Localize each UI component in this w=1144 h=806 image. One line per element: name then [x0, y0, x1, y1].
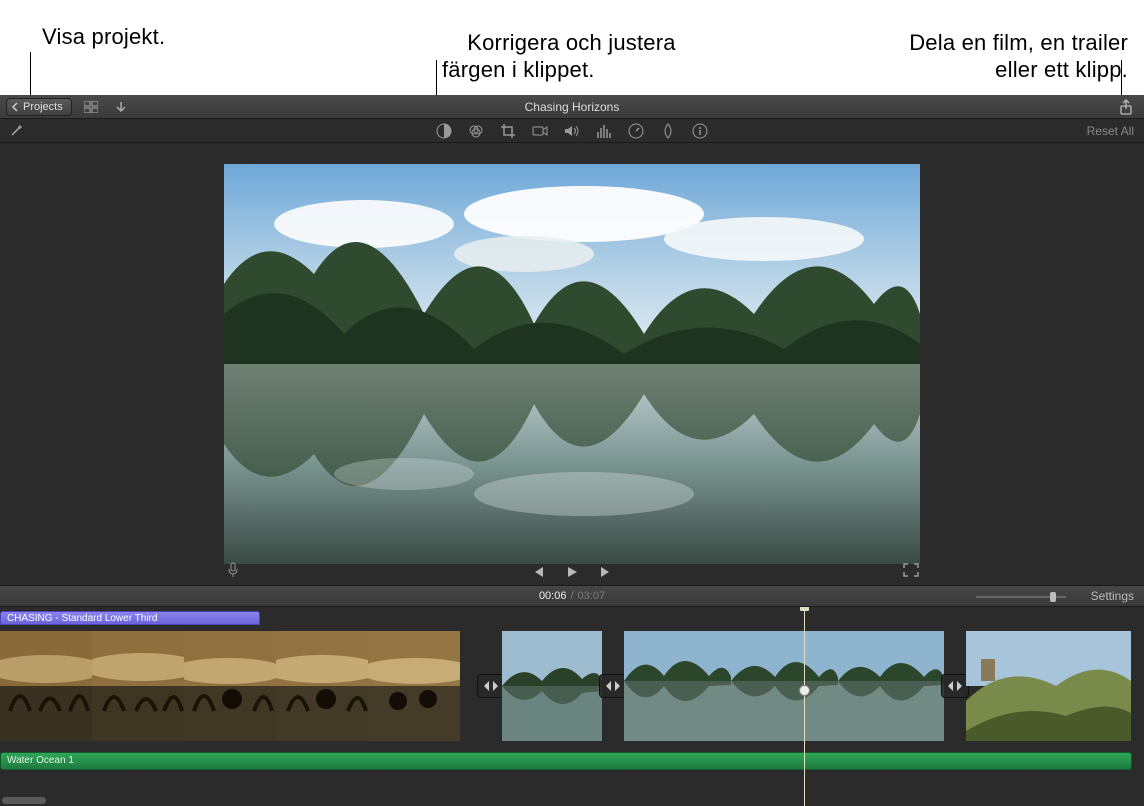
play-button[interactable] [563, 563, 581, 581]
transition-3[interactable] [941, 674, 969, 698]
fullscreen-icon [903, 563, 919, 577]
share-button[interactable] [1116, 98, 1136, 116]
gap-1 [480, 631, 502, 741]
previous-button[interactable] [529, 563, 547, 581]
callout-line-projects [30, 52, 31, 98]
previous-icon [531, 565, 545, 579]
media-grid-icon [84, 101, 98, 113]
noise-reduction-button[interactable] [595, 122, 613, 140]
timeline-header: 00:06 / 03:07 Settings [0, 585, 1144, 607]
speed-button[interactable] [627, 122, 645, 140]
title-clip-label: CHASING - Standard Lower Third [7, 613, 157, 624]
adjust-toolbar: Reset All [0, 119, 1144, 143]
preview-frame[interactable] [224, 164, 920, 564]
gap-3 [944, 631, 966, 741]
video-clip-3[interactable] [624, 631, 944, 741]
timecode-display: 00:06 / 03:07 [539, 590, 605, 602]
transition-1[interactable] [477, 674, 505, 698]
microphone-icon [227, 562, 239, 578]
import-button[interactable] [110, 98, 132, 116]
audio-clip-label: Water Ocean 1 [7, 755, 74, 766]
color-correction-button[interactable] [467, 122, 485, 140]
projects-button-label: Projects [23, 101, 63, 113]
timecode-total: 03:07 [578, 590, 606, 602]
timecode-current: 00:06 [539, 590, 567, 602]
preview-landscape-image [224, 164, 920, 564]
topbar-left-group: Projects [0, 98, 132, 116]
zoom-track [976, 596, 1066, 598]
callout-line-share [1121, 60, 1122, 98]
playback-controls [529, 563, 615, 581]
horizontal-scrollbar[interactable] [2, 797, 46, 804]
chevron-left-icon [11, 102, 19, 112]
playhead-knob[interactable] [799, 685, 810, 696]
zoom-slider[interactable] [976, 592, 1066, 602]
callout-color-text: Korrigera och justera färgen i klippet. [442, 30, 676, 81]
magic-wand-icon [9, 124, 23, 138]
audio-clip[interactable]: Water Ocean 1 [0, 752, 1132, 770]
callouts-area: Visa projekt. Korrigera och justera färg… [0, 0, 1144, 95]
callout-color: Korrigera och justera färgen i klippet. [442, 4, 676, 110]
timeline-settings-button[interactable]: Settings [1091, 589, 1134, 603]
video-track [0, 631, 1131, 741]
crossfade-icon [483, 680, 499, 692]
camera-icon [532, 125, 548, 137]
gap-2 [602, 631, 624, 741]
window-title: Chasing Horizons [0, 95, 1144, 119]
callout-projects: Visa projekt. [42, 24, 165, 50]
equalizer-icon [596, 124, 612, 138]
stabilization-button[interactable] [531, 122, 549, 140]
voiceover-button[interactable] [224, 561, 242, 579]
fullscreen-button[interactable] [902, 561, 920, 579]
crop-icon [500, 123, 516, 139]
callout-share-text: Dela en film, en trailer eller ett klipp… [909, 30, 1128, 81]
projects-button[interactable]: Projects [6, 98, 72, 116]
share-icon [1119, 99, 1133, 115]
title-clip[interactable]: CHASING - Standard Lower Third [0, 611, 260, 625]
video-clip-4[interactable] [966, 631, 1131, 741]
color-wheel-icon [468, 123, 484, 139]
callout-share: Dela en film, en trailer eller ett klipp… [884, 4, 1128, 110]
volume-button[interactable] [563, 122, 581, 140]
playhead[interactable] [804, 607, 805, 806]
callout-projects-text: Visa projekt. [42, 24, 165, 49]
imovie-window: Projects Chasing Horizons [0, 95, 1144, 806]
zoom-knob[interactable] [1050, 592, 1056, 602]
color-balance-icon [436, 123, 452, 139]
adjust-icons-group [435, 122, 709, 140]
timecode-sep: / [570, 590, 573, 602]
volume-icon [564, 124, 580, 138]
crossfade-icon [605, 680, 621, 692]
viewer-pane [0, 143, 1144, 585]
clip-filter-button[interactable] [659, 122, 677, 140]
window-topbar: Projects Chasing Horizons [0, 95, 1144, 119]
enhance-button[interactable] [6, 122, 26, 140]
color-balance-button[interactable] [435, 122, 453, 140]
media-library-button[interactable] [80, 98, 102, 116]
video-clip-2[interactable] [502, 631, 602, 741]
crop-button[interactable] [499, 122, 517, 140]
filter-drop-icon [661, 123, 675, 139]
timeline-pane[interactable]: CHASING - Standard Lower Third [0, 607, 1144, 806]
clip-info-button[interactable] [691, 122, 709, 140]
crossfade-icon [947, 680, 963, 692]
transition-2[interactable] [599, 674, 627, 698]
next-icon [599, 565, 613, 579]
play-icon [565, 565, 579, 579]
reset-all-button[interactable]: Reset All [1087, 124, 1134, 138]
download-arrow-icon [115, 101, 127, 113]
info-icon [692, 123, 708, 139]
next-button[interactable] [597, 563, 615, 581]
video-clip-1[interactable] [0, 631, 480, 741]
speed-icon [628, 123, 644, 139]
